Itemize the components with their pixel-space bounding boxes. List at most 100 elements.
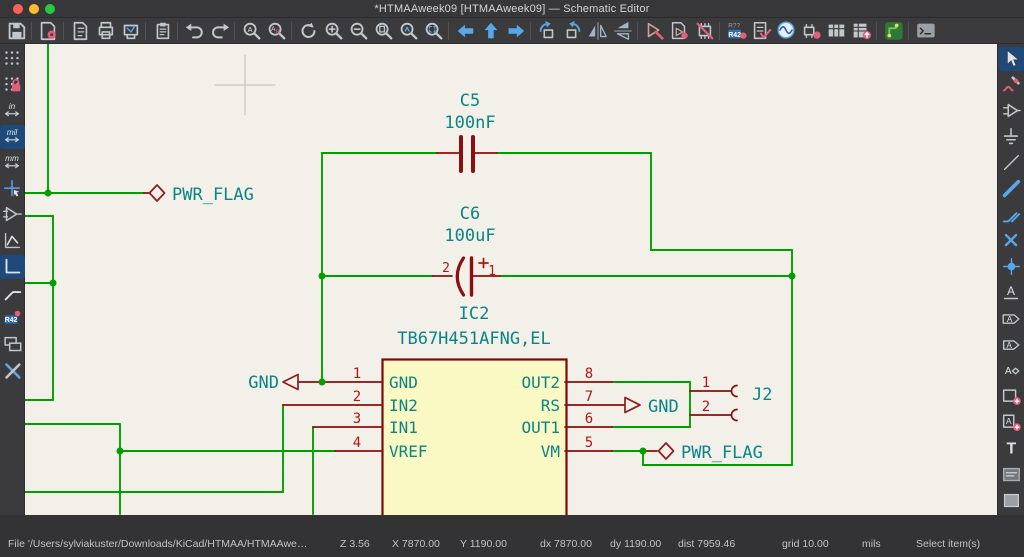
place-text-button[interactable]: T <box>999 437 1024 461</box>
schematic-text[interactable]: 2 <box>702 399 710 415</box>
schematic-text[interactable]: 2 <box>442 261 450 276</box>
schematic-text[interactable]: IN1 <box>389 418 418 437</box>
units-mm-button[interactable]: mm <box>0 151 25 175</box>
wire-junction[interactable] <box>639 447 647 455</box>
schematic-text[interactable]: C6 <box>460 204 480 224</box>
schematic-text[interactable]: C5 <box>460 91 480 111</box>
cursor-shape-button[interactable] <box>0 177 25 201</box>
wire-junction[interactable] <box>116 447 124 455</box>
symbol-shape[interactable] <box>624 396 641 414</box>
zoom-fit-button[interactable] <box>370 19 395 43</box>
page-settings-button[interactable] <box>67 19 92 43</box>
schematic-text[interactable]: OUT2 <box>521 373 560 392</box>
schematic-text[interactable]: 5 <box>585 435 593 451</box>
pcb-editor-button[interactable] <box>880 19 905 43</box>
annotate-button[interactable]: R?? R42 <box>723 19 748 43</box>
schematic-text[interactable]: IC2 <box>459 304 490 324</box>
nav-back-button[interactable] <box>452 19 477 43</box>
zoom-in-button[interactable] <box>320 19 345 43</box>
symbol-shape[interactable] <box>282 373 299 391</box>
rotate-cw-button[interactable] <box>559 19 584 43</box>
wire-junction[interactable] <box>318 272 326 280</box>
plot-button[interactable] <box>117 19 142 43</box>
mirror-v-button[interactable] <box>584 19 609 43</box>
schematic-text[interactable]: GND <box>248 373 279 393</box>
schematic-text[interactable]: 100nF <box>444 113 495 133</box>
schematic-text[interactable]: TB67H451AFNG,EL <box>397 329 551 349</box>
zoom-out-button[interactable] <box>345 19 370 43</box>
hidden-pins-button[interactable] <box>0 203 25 227</box>
units-inches-button[interactable]: in <box>0 99 25 123</box>
mirror-h-button[interactable] <box>609 19 634 43</box>
schematic-text[interactable]: 8 <box>585 366 593 382</box>
redo-button[interactable] <box>206 19 231 43</box>
symbol-shape[interactable] <box>455 256 466 297</box>
zoom-objects-button[interactable] <box>395 19 420 43</box>
schematic-text[interactable]: PWR_FLAG <box>681 443 763 463</box>
schematic-text[interactable]: 1 <box>353 366 361 382</box>
paste-button[interactable] <box>149 19 174 43</box>
properties-panel-button[interactable] <box>0 359 25 383</box>
directive-labels-button[interactable]: R42 <box>0 307 25 331</box>
place-power-button[interactable] <box>999 125 1024 149</box>
hierarchical-label-button[interactable]: A <box>999 333 1024 357</box>
schematic-text[interactable]: 2 <box>353 389 361 405</box>
nav-forward-button[interactable] <box>502 19 527 43</box>
zoom-selection-button[interactable] <box>420 19 445 43</box>
draw-rectangle-button[interactable] <box>999 489 1024 513</box>
rotate-ccw-button[interactable] <box>534 19 559 43</box>
symbol-shape[interactable] <box>478 257 489 269</box>
units-mils-button[interactable]: mil <box>0 125 25 149</box>
erc-button[interactable] <box>748 19 773 43</box>
grid-overrides-button[interactable] <box>0 73 25 97</box>
wire-junction[interactable] <box>318 378 326 386</box>
schematic-text[interactable]: PWR_FLAG <box>172 185 254 205</box>
schematic-text[interactable]: 1 <box>488 264 496 279</box>
schematic-text[interactable]: 4 <box>353 435 361 451</box>
schematic-setup-button[interactable] <box>35 19 60 43</box>
import-sheet-pin-button[interactable]: A <box>999 411 1024 435</box>
refresh-button[interactable] <box>295 19 320 43</box>
find-replace-button[interactable]: AB <box>263 19 288 43</box>
no-connect-button[interactable] <box>999 229 1024 253</box>
print-button[interactable] <box>92 19 117 43</box>
undo-button[interactable] <box>181 19 206 43</box>
find-button[interactable]: A <box>238 19 263 43</box>
schematic-text[interactable]: GND <box>648 397 679 417</box>
place-symbol-button[interactable] <box>999 99 1024 123</box>
schematic-text[interactable]: RS <box>541 396 560 415</box>
schematic-text[interactable]: 1 <box>702 375 710 391</box>
hierarchical-sheet-button[interactable] <box>999 385 1024 409</box>
bom-button[interactable] <box>848 19 873 43</box>
highlight-net-button[interactable] <box>999 73 1024 97</box>
symbol-shape[interactable] <box>730 408 738 422</box>
wire-junction[interactable] <box>49 279 57 287</box>
symbol-shape[interactable] <box>148 184 166 202</box>
hierarchy-navigator-button[interactable] <box>0 333 25 357</box>
schematic-text[interactable]: 7 <box>585 389 593 405</box>
schematic-text[interactable]: 100uF <box>444 226 495 246</box>
schematic-drawing[interactable]: C5100nF C6100uF IC2 TB67H451AFNG,EL GND GND PW… <box>24 43 997 521</box>
schematic-text[interactable]: VREF <box>389 442 428 461</box>
wire-junction[interactable] <box>44 189 52 197</box>
draw-bus-button[interactable] <box>999 177 1024 201</box>
status-units[interactable]: mils <box>862 538 881 550</box>
symbol-shape[interactable] <box>657 442 675 460</box>
schematic-text[interactable]: IN2 <box>389 396 418 415</box>
select-button[interactable] <box>998 47 1024 71</box>
save-button[interactable] <box>3 19 28 43</box>
net-label-button[interactable]: A <box>999 281 1024 305</box>
assign-footprints-button[interactable] <box>798 19 823 43</box>
schematic-canvas[interactable]: C5 100nF C6 100uF IC2 TB67H451AFNG,EL GND GND PW… <box>24 43 997 521</box>
nav-up-button[interactable] <box>477 19 502 43</box>
schematic-text[interactable]: J2 <box>752 385 772 405</box>
schematic-text[interactable]: GND <box>389 373 418 392</box>
footprint-editor-button[interactable] <box>691 19 716 43</box>
angle-45-button[interactable] <box>0 281 25 305</box>
netclass-directive-button[interactable]: A <box>999 359 1024 383</box>
symbol-editor-button[interactable] <box>641 19 666 43</box>
symbol-shape[interactable] <box>730 384 738 398</box>
symbol-browser-button[interactable] <box>666 19 691 43</box>
console-button[interactable] <box>912 19 937 43</box>
status-grid[interactable]: grid 10.00 <box>782 538 829 550</box>
